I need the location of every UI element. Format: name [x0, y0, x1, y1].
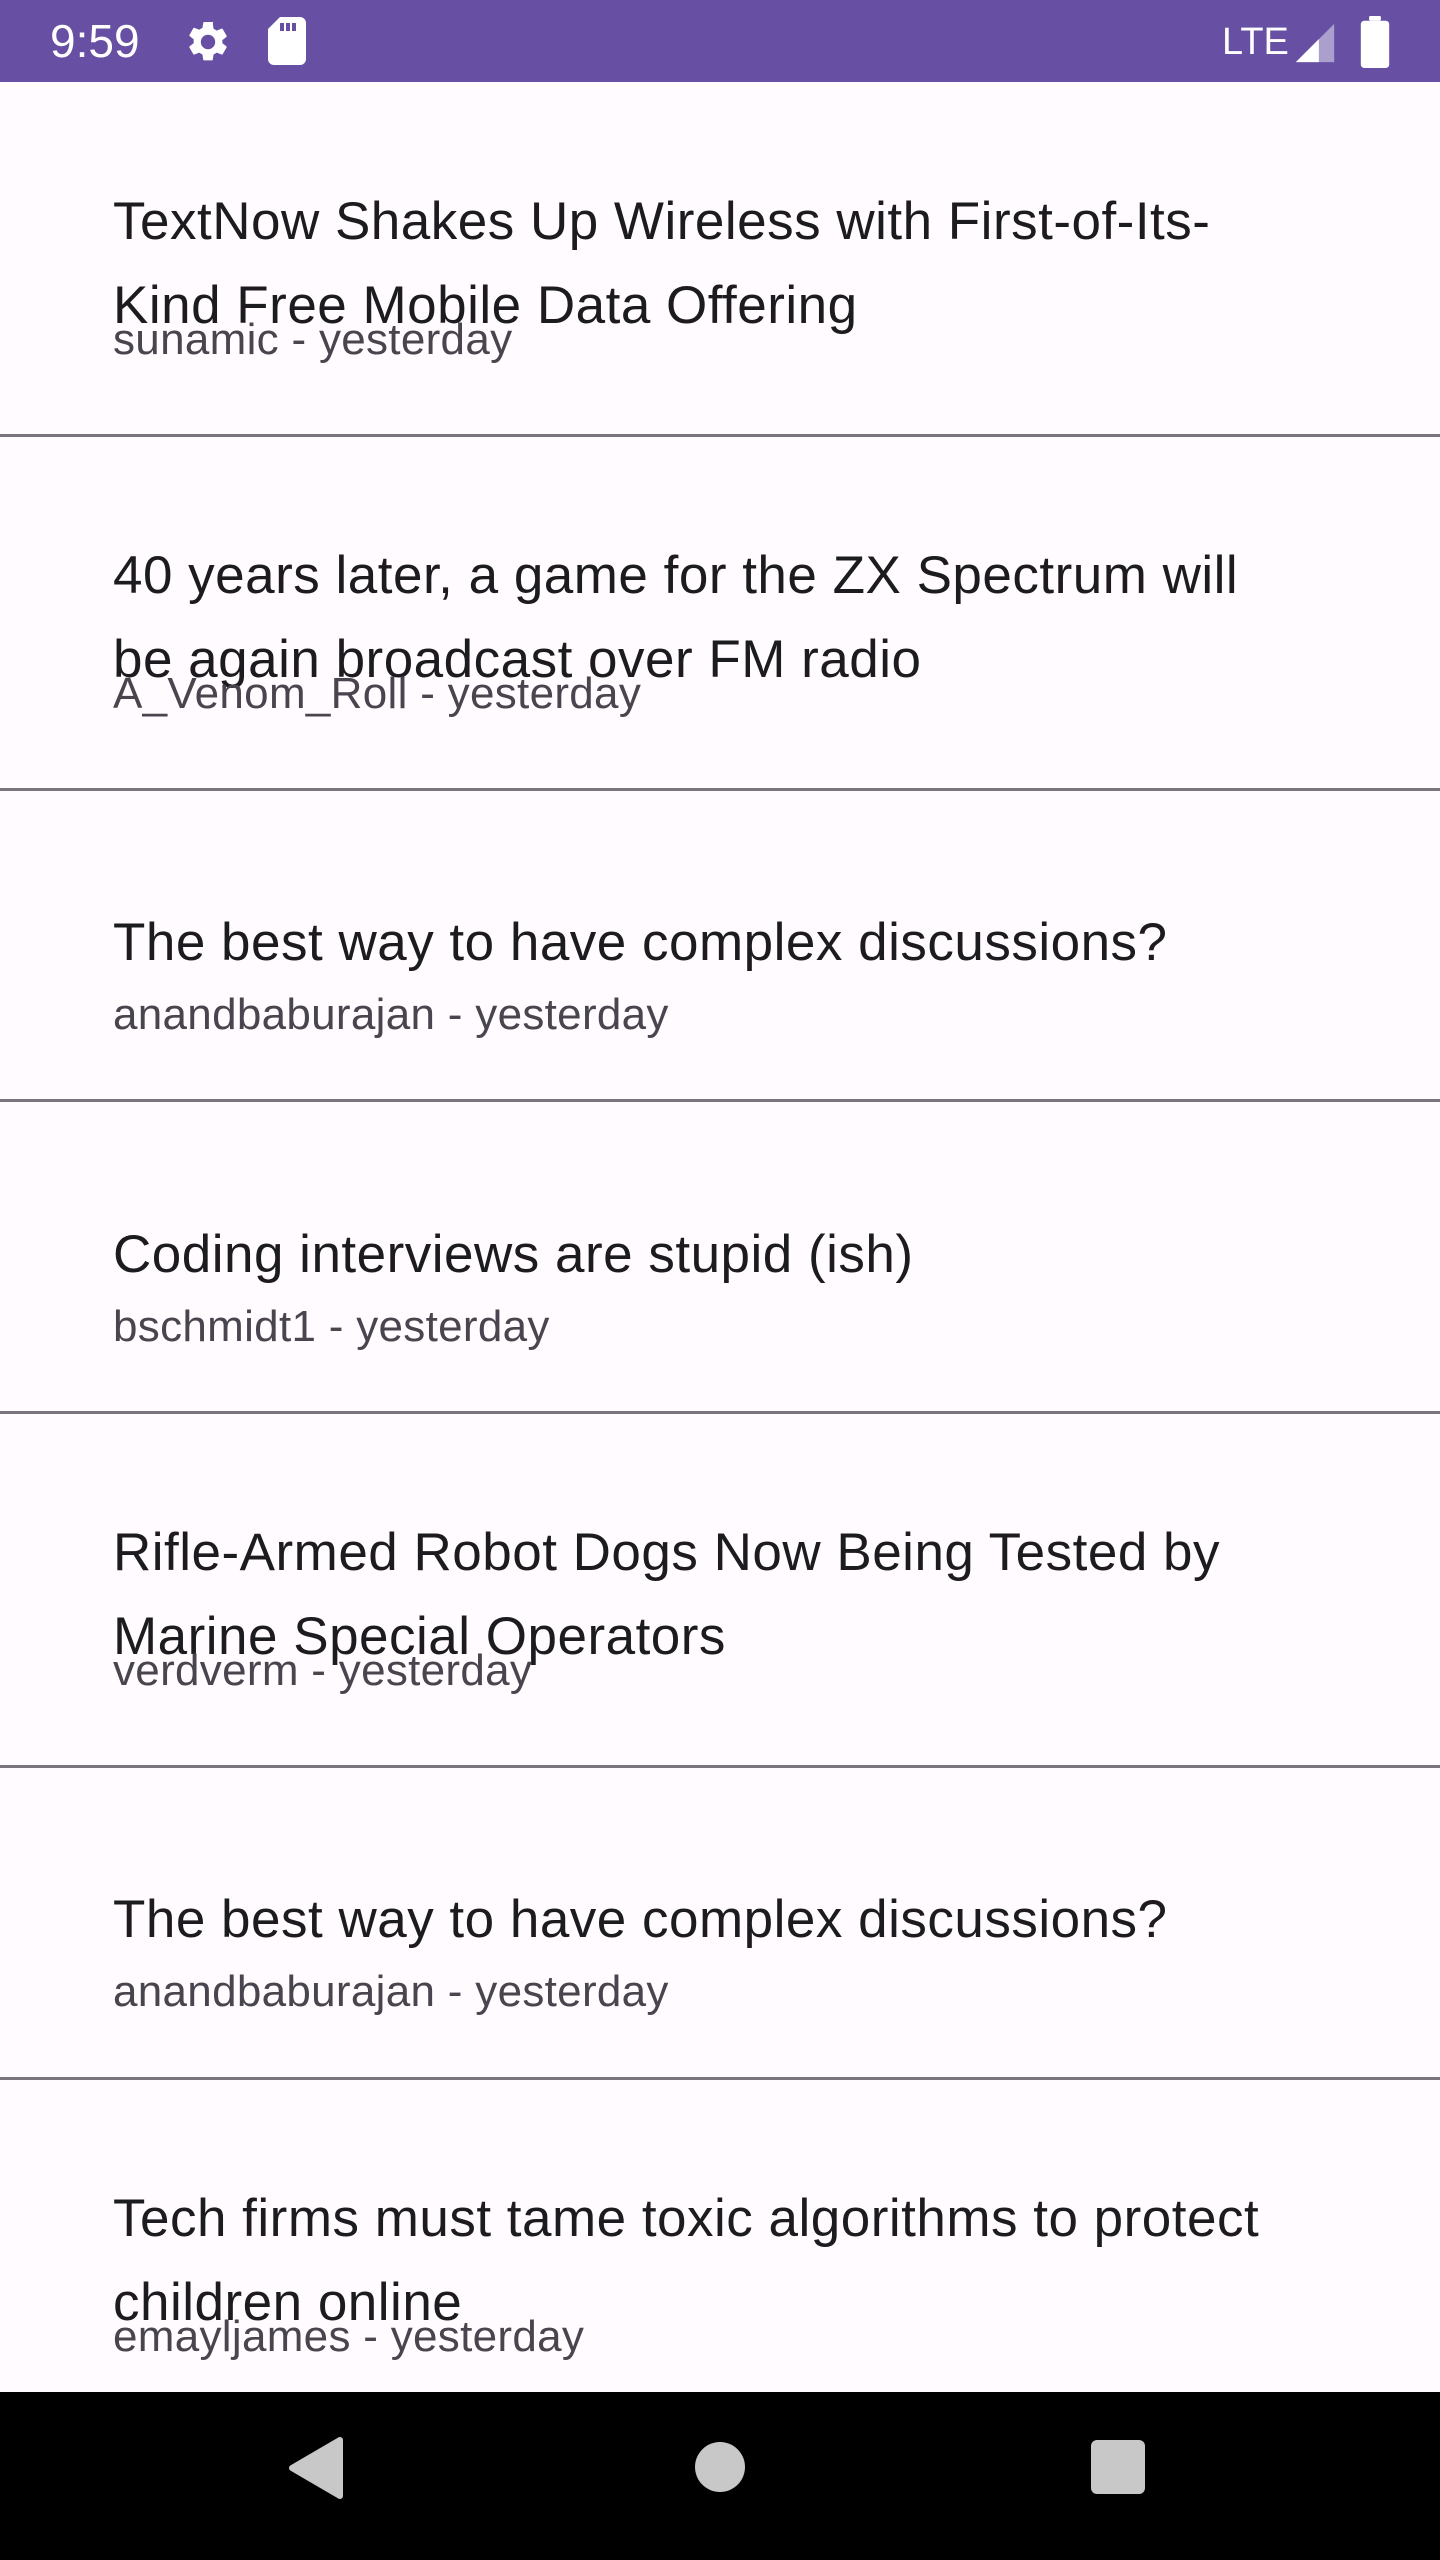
story-meta: anandbaburajan - yesterday	[113, 990, 669, 1039]
back-icon[interactable]	[288, 2436, 344, 2500]
story-title: The best way to have complex discussions…	[113, 913, 1168, 972]
story-item[interactable]: Rifle-Armed Robot Dogs Now Being Tested …	[0, 1414, 1440, 1768]
story-meta: bschmidt1 - yesterday	[113, 1302, 550, 1351]
battery-icon	[1360, 16, 1390, 68]
status-bar: 9:59 LTE	[0, 0, 1440, 82]
sd-card-icon	[268, 17, 306, 65]
story-list[interactable]: TextNow Shakes Up Wireless with First-of…	[0, 82, 1440, 2392]
story-meta: emayljames - yesterday	[113, 2312, 585, 2361]
story-meta: anandbaburajan - yesterday	[113, 1967, 669, 2016]
signal-icon	[1295, 23, 1335, 63]
story-item[interactable]: TextNow Shakes Up Wireless with First-of…	[0, 82, 1440, 437]
status-time: 9:59	[50, 15, 140, 67]
story-meta: sunamic - yesterday	[113, 315, 513, 364]
story-meta: verdverm - yesterday	[113, 1646, 533, 1695]
story-item[interactable]: Coding interviews are stupid (ish) bschm…	[0, 1102, 1440, 1414]
story-item[interactable]: The best way to have complex discussions…	[0, 1768, 1440, 2080]
recents-icon[interactable]	[1091, 2440, 1145, 2494]
story-meta: A_Venom_Roll - yesterday	[113, 669, 642, 718]
home-icon[interactable]	[695, 2442, 745, 2492]
navigation-bar	[0, 2392, 1440, 2560]
story-title: The best way to have complex discussions…	[113, 1890, 1168, 1949]
gear-icon	[189, 21, 227, 61]
story-item[interactable]: The best way to have complex discussions…	[0, 791, 1440, 1102]
network-type: LTE	[1222, 21, 1289, 63]
story-item[interactable]: 40 years later, a game for the ZX Spectr…	[0, 437, 1440, 791]
story-item[interactable]: Tech firms must tame toxic algorithms to…	[0, 2080, 1440, 2392]
story-title: Coding interviews are stupid (ish)	[113, 1225, 914, 1284]
